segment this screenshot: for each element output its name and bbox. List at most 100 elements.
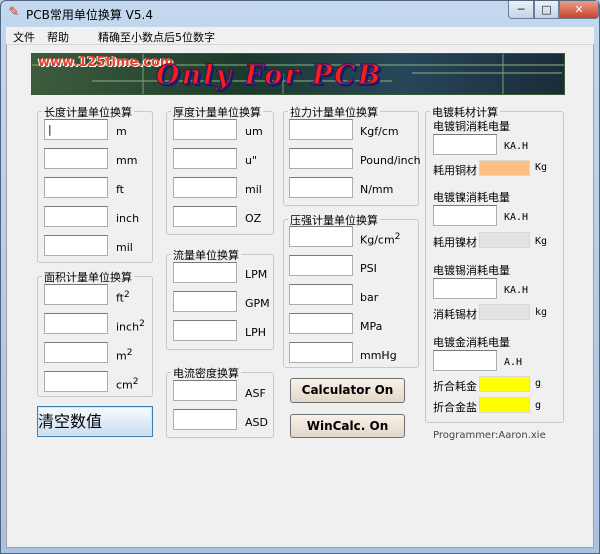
tension-unit-poundinch: Pound/inch [360, 154, 421, 167]
wincalc-on-button[interactable]: WinCalc. On [290, 414, 405, 438]
tension-group-title: 拉力计量单位换算 [288, 104, 380, 120]
area-unit-m2: m2 [116, 348, 133, 363]
nickel-title: 电镀镍消耗电量 [433, 191, 510, 204]
thickness-unit-mil: mil [245, 183, 262, 196]
thickness-unit-uinch: u" [245, 154, 258, 167]
gold-charge-unit: A.H [504, 357, 523, 368]
gold-title: 电镀金消耗电量 [433, 336, 510, 349]
copper-use-output [479, 160, 530, 176]
maximize-button[interactable]: □ [534, 1, 559, 19]
length-group-title: 长度计量单位换算 [42, 104, 134, 120]
tin-use-output [479, 304, 530, 320]
thickness-uinch-input[interactable] [173, 148, 237, 169]
tin-use-label: 消耗锡材 [433, 308, 477, 321]
menu-precision[interactable]: 精确至小数点后5位数字 [98, 29, 215, 45]
minimize-button[interactable]: ─ [508, 1, 534, 19]
banner-url: www.125time.com [38, 55, 174, 70]
nickel-use-label: 耗用镍材 [433, 236, 477, 249]
thickness-unit-oz: OZ [245, 212, 262, 225]
pressure-psi-input[interactable] [289, 255, 353, 276]
copper-use-label: 耗用铜材 [433, 164, 477, 177]
menu-help[interactable]: 帮助 [47, 29, 69, 45]
nickel-charge-unit: KA.H [504, 212, 529, 223]
tin-use-unit: kg [535, 307, 548, 318]
tension-unit-kgfcm: Kgf/cm [360, 125, 399, 138]
tension-kgfcm-input[interactable] [289, 119, 353, 140]
gold-charge-input[interactable] [433, 350, 497, 371]
length-unit-m: m [116, 125, 127, 138]
length-ft-input[interactable] [44, 177, 108, 198]
pressure-unit-kgcm2: Kg/cm2 [360, 232, 401, 247]
area-cm2-input[interactable] [44, 371, 108, 392]
flow-unit-lph: LPH [245, 326, 267, 339]
flow-group-title: 流量单位换算 [171, 247, 241, 263]
pressure-unit-psi: PSI [360, 262, 377, 275]
current-density-unit-asd: ASD [245, 416, 268, 429]
current-density-group-title: 电流密度换算 [171, 365, 241, 381]
banner-image: www.125time.com Only For PCB [31, 53, 565, 95]
pressure-unit-bar: bar [360, 291, 379, 304]
gold-use-output [479, 376, 530, 392]
nickel-charge-input[interactable] [433, 205, 497, 226]
thickness-unit-um: um [245, 125, 263, 138]
close-button[interactable]: ✕ [559, 1, 599, 19]
area-group-title: 面积计量单位换算 [42, 269, 134, 285]
gold-salt-label: 折合金盐 [433, 401, 477, 414]
area-unit-ft2: ft2 [116, 290, 130, 305]
menu-file[interactable]: 文件 [13, 29, 35, 45]
length-unit-inch: inch [116, 212, 140, 225]
programmer-credit: Programmer:Aaron.xie [433, 430, 546, 441]
tension-nmm-input[interactable] [289, 177, 353, 198]
area-unit-inch2: inch2 [116, 319, 145, 334]
copper-charge-unit: KA.H [504, 141, 529, 152]
pressure-mmhg-input[interactable] [289, 342, 353, 363]
pressure-bar-input[interactable] [289, 284, 353, 305]
area-m2-input[interactable] [44, 342, 108, 363]
copper-title: 电镀铜消耗电量 [433, 120, 510, 133]
length-mil-input[interactable] [44, 235, 108, 256]
thickness-mil-input[interactable] [173, 177, 237, 198]
pressure-kgcm2-input[interactable] [289, 226, 353, 247]
length-inch-input[interactable] [44, 206, 108, 227]
thickness-um-input[interactable] [173, 119, 237, 140]
tin-charge-unit: KA.H [504, 285, 529, 296]
flow-unit-gpm: GPM [245, 297, 270, 310]
thickness-oz-input[interactable] [173, 206, 237, 227]
pressure-unit-mpa: MPa [360, 320, 383, 333]
gold-use-label: 折合耗金 [433, 380, 477, 393]
nickel-use-unit: Kg [535, 236, 548, 247]
tension-unit-nmm: N/mm [360, 183, 394, 196]
area-inch2-input[interactable] [44, 313, 108, 334]
gold-salt-unit: g [535, 400, 542, 411]
title-bar[interactable]: ✎ PCB常用单位换算 V5.4 ─ □ ✕ [0, 0, 599, 27]
thickness-group-title: 厚度计量单位换算 [171, 104, 263, 120]
flow-lpm-input[interactable] [173, 262, 237, 283]
length-unit-mm: mm [116, 154, 138, 167]
flow-unit-lpm: LPM [245, 268, 268, 281]
copper-use-unit: Kg [535, 162, 548, 173]
flow-lph-input[interactable] [173, 320, 237, 341]
current-density-asf-input[interactable] [173, 380, 237, 401]
length-unit-mil: mil [116, 241, 133, 254]
banner-slogan: Only For PCB [155, 60, 383, 92]
pressure-unit-mmhg: mmHg [360, 349, 397, 362]
gold-use-unit: g [535, 378, 542, 389]
tin-charge-input[interactable] [433, 278, 497, 299]
app-icon: ✎ [8, 5, 20, 20]
clear-values-button[interactable]: 清空数值 [37, 406, 153, 437]
gold-salt-output [479, 397, 530, 413]
copper-charge-input[interactable] [433, 134, 497, 155]
current-density-unit-asf: ASF [245, 387, 266, 400]
nickel-use-output [479, 232, 530, 248]
length-mm-input[interactable] [44, 148, 108, 169]
window-title: PCB常用单位换算 V5.4 [26, 8, 153, 22]
pressure-mpa-input[interactable] [289, 313, 353, 334]
menu-bar: 文件 帮助 精确至小数点后5位数字 [6, 27, 594, 45]
flow-gpm-input[interactable] [173, 291, 237, 312]
calculator-on-button[interactable]: Calculator On [290, 378, 405, 403]
tension-poundinch-input[interactable] [289, 148, 353, 169]
area-ft2-input[interactable] [44, 284, 108, 305]
length-m-input[interactable]: | [44, 119, 108, 140]
current-density-asd-input[interactable] [173, 409, 237, 430]
length-unit-ft: ft [116, 183, 124, 196]
